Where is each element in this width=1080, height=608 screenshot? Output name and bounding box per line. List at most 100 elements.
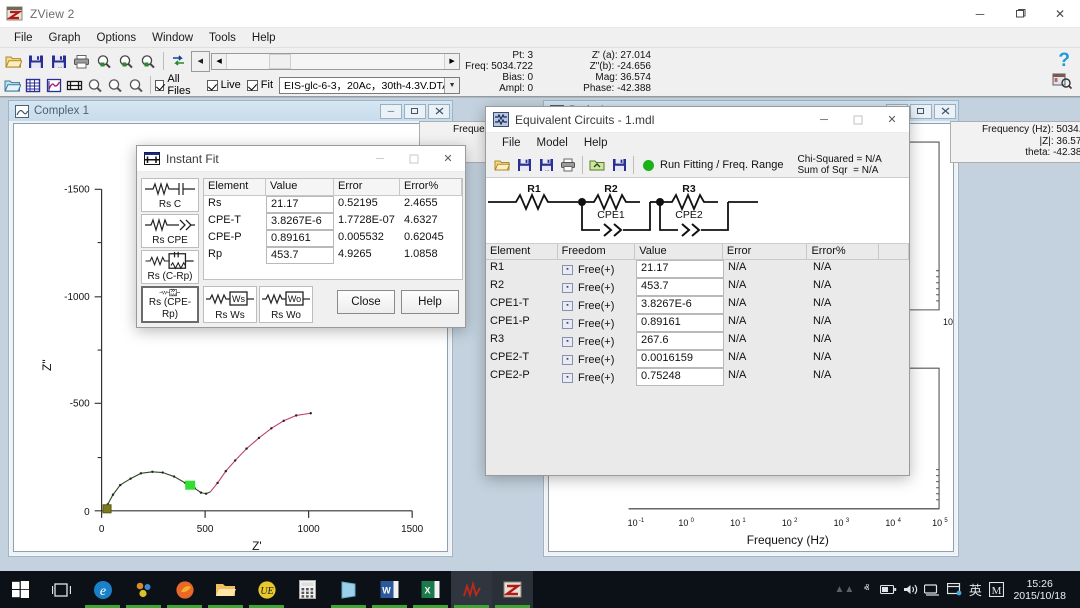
equiv-maximize-button[interactable] [841,107,875,133]
table-row[interactable]: R1 ▪ Free(+) 21.17 N/A N/A [486,260,909,278]
file-scroll-strip[interactable]: ◀ ▶ [211,52,461,70]
freedom-toggle-icon[interactable]: ▪ [562,372,573,383]
scroll-thumb[interactable] [269,53,292,69]
run-fitting-button[interactable]: Run Fitting / Freq. Range [643,159,784,171]
table-row[interactable]: R2 ▪ Free(+) 453.7 N/A N/A [486,278,909,296]
firefox-icon[interactable] [164,571,205,608]
all-files-checkbox[interactable] [154,79,165,91]
menu-options[interactable]: Options [89,30,145,46]
eq-r4-value[interactable]: 267.6 [636,332,724,350]
table-row[interactable]: CPE-T 3.8267E-6 1.7728E-07 4.6327 [204,213,462,230]
save-as-icon[interactable]: ... [535,155,557,176]
zoom-out-icon[interactable] [106,75,126,96]
zview-taskbar-icon[interactable] [492,571,533,608]
circuit-rs-wo[interactable]: Wo Rs Wo [259,286,313,323]
volume-icon[interactable] [899,571,921,608]
eq-r0-value[interactable]: 21.17 [636,260,724,278]
excel-icon[interactable]: X [410,571,451,608]
start-button[interactable] [0,571,41,608]
eq-r5-freedom[interactable]: ▪ Free(+) [558,350,636,368]
eq-r5-value[interactable]: 0.0016159 [636,350,724,368]
print-icon[interactable] [557,155,579,176]
skype-icon[interactable] [123,571,164,608]
equiv-menu-model[interactable]: Model [529,135,576,151]
circuit-rs-cpe[interactable]: Rs CPE [141,214,199,248]
equivalent-circuits-dialog[interactable]: Equivalent Circuits - 1.mdl ─ ✕ File Mod… [485,106,910,476]
help-question-icon[interactable]: ? [1058,50,1070,72]
table-row[interactable]: CPE1-P ▪ Free(+) 0.89161 N/A N/A [486,314,909,332]
circuit-rs-cpe-rp[interactable]: Rs (CPE-Rp) [141,286,199,323]
origin-icon[interactable] [451,571,492,608]
action-center-icon[interactable] [943,571,965,608]
zoom-data-icon[interactable] [93,51,114,72]
context-help-icon[interactable] [1052,72,1072,90]
swap-axes-icon[interactable] [168,51,189,72]
ime-language-indicator[interactable]: 英 [965,571,985,608]
eq-r3-value[interactable]: 0.89161 [636,314,724,332]
open-folder-icon[interactable] [491,155,513,176]
nav-prev-button[interactable]: ◀ [190,50,211,72]
menu-graph[interactable]: Graph [41,30,89,46]
minimize-button[interactable]: ─ [960,0,1000,28]
import-model-icon[interactable] [586,155,608,176]
eq-r3-freedom[interactable]: ▪ Free(+) [558,314,636,332]
eq-r1-value[interactable]: 453.7 [636,278,724,296]
zoom-fit-icon[interactable] [115,51,136,72]
zoom-in-icon[interactable] [85,75,105,96]
close-button[interactable]: ✕ [1040,0,1080,28]
ue-editor-icon[interactable]: UE [246,571,287,608]
freedom-toggle-icon[interactable]: ▪ [562,300,573,311]
circuit-rs-c[interactable]: Rs C [141,178,199,212]
graph-view-icon[interactable] [44,75,64,96]
save-icon[interactable] [513,155,535,176]
if-r2-value[interactable]: 0.89161 [266,230,334,247]
zoom-select-icon[interactable] [138,51,159,72]
checkbox-all-files[interactable]: All Files [154,73,201,97]
freedom-toggle-icon[interactable]: ▪ [562,354,573,365]
bode-close-button[interactable] [934,103,956,119]
eq-r6-freedom[interactable]: ▪ Free(+) [558,368,636,386]
if-r3-value[interactable]: 453.7 [266,247,334,264]
circuit-rs-ws[interactable]: Ws Rs Ws [203,286,257,323]
menu-tools[interactable]: Tools [201,30,244,46]
calculator-icon[interactable] [287,571,328,608]
table-row[interactable]: CPE1-T ▪ Free(+) 3.8267E-6 N/A N/A [486,296,909,314]
maximize-button[interactable] [1000,0,1040,28]
print-icon[interactable] [70,51,91,72]
table-row[interactable]: CPE2-T ▪ Free(+) 0.0016159 N/A N/A [486,350,909,368]
word-icon[interactable]: W [369,571,410,608]
circuit-diagram-panel[interactable]: R1 R2 R3 CPE1 CPE2 [486,178,909,244]
fit-checkbox[interactable] [246,79,258,91]
open-folder-icon[interactable] [3,51,24,72]
freedom-toggle-icon[interactable]: ▪ [562,282,573,293]
table-row[interactable]: Rs 21.17 0.52195 2.4655 [204,196,462,213]
equiv-menu-help[interactable]: Help [576,135,616,151]
scroll-left-arrow[interactable]: ◀ [212,53,228,69]
equiv-minimize-button[interactable]: ─ [807,107,841,133]
ime-mode-icon[interactable]: M [985,571,1007,608]
eq-r1-freedom[interactable]: ▪ Free(+) [558,278,636,296]
table-row[interactable]: Rp 453.7 4.9265 1.0858 [204,247,462,264]
freedom-toggle-icon[interactable]: ▪ [562,336,573,347]
taskbar-clock[interactable]: 15:26 2015/10/18 [1007,578,1074,602]
eq-r2-freedom[interactable]: ▪ Free(+) [558,296,636,314]
file-explorer-icon[interactable] [205,571,246,608]
instant-fit-close-action-button[interactable]: Close [337,290,395,314]
chevron-up-icon[interactable]: ⱏ [855,571,877,608]
menu-file[interactable]: File [6,30,41,46]
equiv-titlebar[interactable]: Equivalent Circuits - 1.mdl ─ ✕ [486,107,909,133]
circuit-rs-c-rp[interactable]: Rs (C-Rp) [141,250,199,284]
export-model-icon[interactable] [608,155,630,176]
freedom-toggle-icon[interactable]: ▪ [562,264,573,275]
complex-restore-button[interactable] [404,103,426,119]
instant-fit-titlebar[interactable]: Instant Fit ─ ✕ [137,146,465,172]
equiv-parameter-grid[interactable]: Element Freedom Value Error Error% R1 ▪ … [486,244,909,475]
battery-icon[interactable] [877,571,899,608]
open-model-icon[interactable] [3,75,23,96]
chevron-down-icon[interactable]: ▼ [444,77,460,93]
instant-fit-close-button[interactable]: ✕ [431,146,465,172]
task-view-icon[interactable] [41,571,82,608]
if-r0-value[interactable]: 21.17 [266,196,334,213]
if-r1-value[interactable]: 3.8267E-6 [266,213,334,230]
eq-r6-value[interactable]: 0.75248 [636,368,724,386]
